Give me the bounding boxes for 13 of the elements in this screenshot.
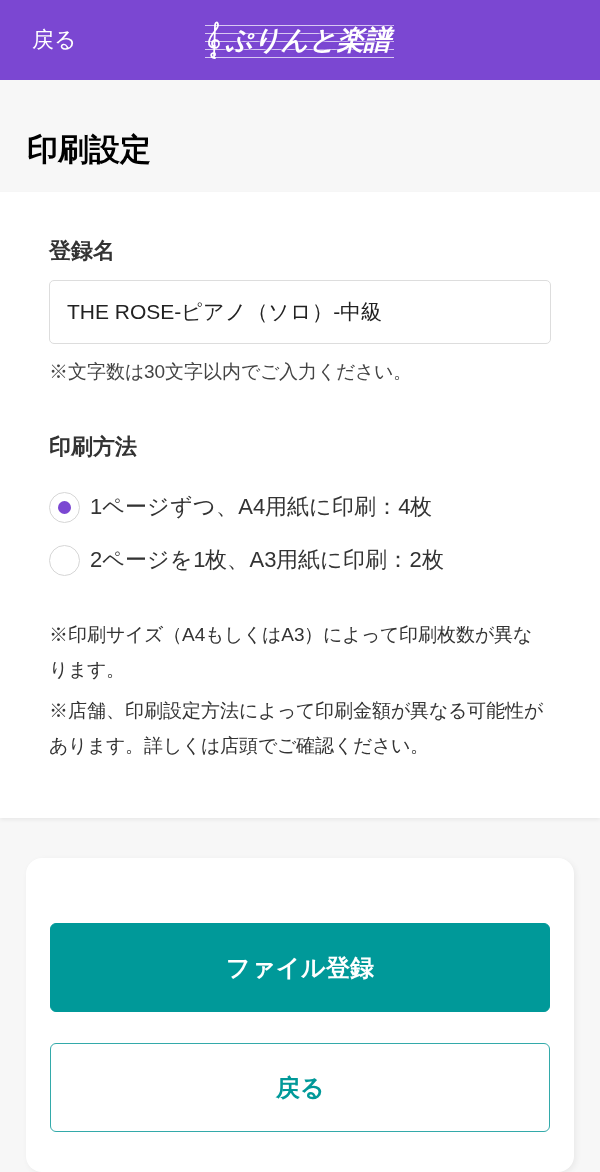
field-label: 登録名 [49, 239, 116, 263]
hint-text: ※文字数は30文字以内でご入力ください。 [49, 360, 414, 384]
treble-clef-icon [207, 20, 221, 60]
radio-label[interactable]: 2ページを1枚、A3用紙に印刷：2枚 [90, 546, 444, 574]
section-label: 印刷方法 [49, 435, 138, 459]
back-link[interactable]: 戻る [32, 29, 77, 51]
note-text: ※印刷サイズ（A4もしくはA3）によって印刷枚数が異なります。 [49, 623, 534, 682]
radio-label[interactable]: 1ページずつ、A4用紙に印刷：4枚 [90, 493, 433, 521]
page-title: 印刷設定 [27, 133, 152, 167]
radio-button[interactable] [49, 544, 80, 576]
radio-button[interactable] [49, 491, 80, 523]
name-input-field[interactable]: THE ROSE-ピアノ（ソロ）-中級 [49, 280, 551, 344]
note-text: ※店舗、印刷設定方法によって印刷金額が異なる可能性があります。詳しくは店頭でご確認ください。 [49, 699, 544, 758]
